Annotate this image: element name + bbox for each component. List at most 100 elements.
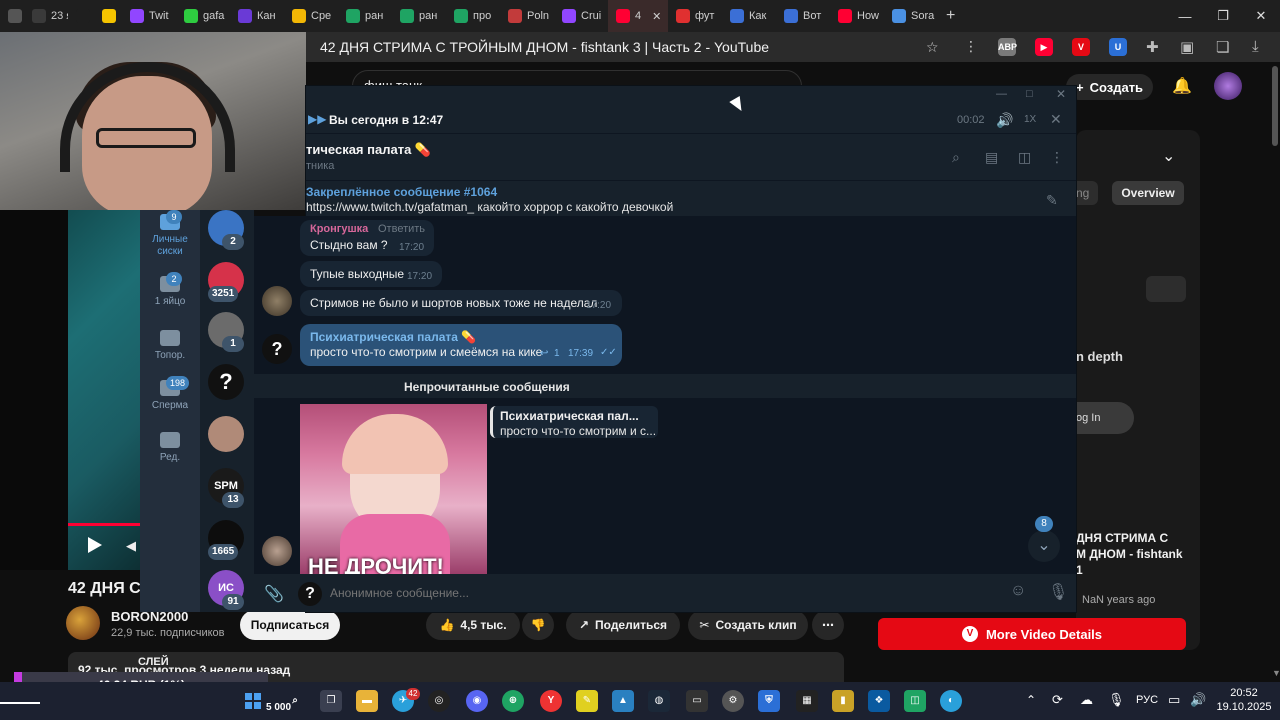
scroll-down-icon[interactable]: ⌄	[1028, 530, 1060, 562]
question-avatar-icon[interactable]: ?	[262, 334, 292, 364]
browser-tab[interactable]: фут	[668, 0, 722, 32]
browser-extension-icon[interactable]: V	[1072, 38, 1090, 56]
terminal-icon[interactable]: ▭	[686, 690, 708, 712]
input-language[interactable]: РУС	[1136, 694, 1158, 706]
sync-icon[interactable]: ⟳	[1052, 692, 1063, 708]
member-avatar[interactable]	[262, 536, 292, 566]
yandex-browser-icon[interactable]: Y	[540, 690, 562, 712]
tray-arrow-icon[interactable]: ⌃	[1026, 693, 1036, 707]
volume-icon[interactable]: ◀	[126, 538, 136, 554]
collections-icon[interactable]: ❏	[1216, 38, 1229, 56]
more-video-details-button[interactable]: V More Video Details	[878, 618, 1186, 650]
media-control-icon[interactable]: ▣	[1180, 38, 1194, 56]
search-icon[interactable]: ⌕	[952, 149, 960, 166]
chat-avatar[interactable]	[208, 416, 244, 452]
login-button[interactable]: og In	[1076, 402, 1134, 434]
tg-close-icon[interactable]: ✕	[1056, 87, 1066, 101]
more-vertical-icon[interactable]: ⋮	[1050, 149, 1064, 166]
browser-tab[interactable]: 23 я	[24, 0, 68, 32]
create-button[interactable]: + Создать	[1066, 74, 1154, 100]
puzzle-extensions-icon[interactable]: ✚	[1146, 38, 1159, 56]
sidebar-toggle-icon[interactable]: ◫	[1018, 149, 1031, 166]
shield-icon[interactable]: ⛨	[758, 690, 780, 712]
address-bar[interactable]: 42 ДНЯ СТРИМА С ТРОЙНЫМ ДНОМ - fishtank …	[306, 32, 1280, 62]
microphone-icon[interactable]: 🎙	[1048, 582, 1068, 602]
network-icon[interactable]: ▭	[1168, 692, 1180, 708]
create-clip-button[interactable]: ✂ Создать клип	[688, 610, 808, 640]
page-scrollbar-thumb[interactable]	[1272, 66, 1278, 146]
browser-tab[interactable]: про	[446, 0, 500, 32]
chevron-down-icon[interactable]: ⌄	[1162, 146, 1175, 166]
recommended-title[interactable]: ДНЯ СТРИМА С М ДНОМ - fishtank 1	[1076, 530, 1186, 578]
notifications-bell-icon[interactable]: 🔔	[1172, 76, 1192, 96]
user-avatar[interactable]	[1214, 72, 1242, 100]
more-actions-button[interactable]: ⋯	[812, 610, 844, 640]
browser-tab[interactable]: 16	[0, 0, 24, 32]
game-icon[interactable]: ▮	[832, 690, 854, 712]
new-tab-button[interactable]: +	[938, 0, 963, 32]
message-author[interactable]: Кронгушка	[310, 223, 368, 235]
play-forward-icon[interactable]: ▶▶	[308, 112, 326, 126]
more-menu-icon[interactable]: ⋮	[964, 38, 978, 55]
browser-extension-icon[interactable]: ABP	[998, 38, 1017, 56]
browser-tab[interactable]: Crui	[554, 0, 608, 32]
dislike-button[interactable]: 👎	[522, 610, 554, 640]
bookmark-icon[interactable]: ☆	[926, 39, 939, 56]
obs-icon[interactable]: ◎	[428, 690, 450, 712]
browser-tab[interactable]: Как	[722, 0, 776, 32]
browser-tab[interactable]	[68, 0, 94, 32]
channel-avatar[interactable]	[66, 606, 100, 640]
task-view-icon[interactable]: ❐	[320, 690, 342, 712]
system-clock[interactable]: 20:52 19.10.2025	[1214, 686, 1274, 714]
browser-tab[interactable]: Twit	[122, 0, 176, 32]
browser-tab[interactable]	[94, 0, 122, 32]
attach-icon[interactable]: 📎	[264, 584, 284, 604]
video-progress-bar[interactable]	[68, 523, 140, 526]
photo-app-icon[interactable]: ▲	[612, 690, 634, 712]
browser-tab[interactable]: ран	[392, 0, 446, 32]
page-scrollbar[interactable]	[1270, 62, 1280, 682]
cloud-icon[interactable]: ☁	[1080, 692, 1093, 708]
browser-tab[interactable]: gafa	[176, 0, 230, 32]
file-explorer-icon[interactable]: ▬	[356, 690, 378, 712]
player-close-icon[interactable]: ✕	[1050, 111, 1062, 128]
unpin-list-icon[interactable]: ✎	[1046, 192, 1058, 209]
member-avatar[interactable]	[262, 286, 292, 316]
subscribe-button[interactable]: Подписаться	[240, 610, 340, 640]
browser-tab[interactable]: How	[830, 0, 884, 32]
reply-link[interactable]: Ответить	[378, 223, 425, 235]
vs-code-icon[interactable]: ❖	[868, 690, 890, 712]
anime-sticker-image[interactable]: НЕ ДРОЧИТ!	[300, 404, 487, 574]
reply-arrow-icon[interactable]: ↩	[540, 348, 548, 359]
playback-speed[interactable]: 1X	[1024, 114, 1036, 125]
browser-tab[interactable]: Sora	[884, 0, 938, 32]
browser-extension-icon[interactable]: ▶	[1035, 38, 1053, 56]
close-window-button[interactable]: ✕	[1242, 0, 1280, 32]
share-button[interactable]: ↗ Поделиться	[566, 610, 680, 640]
message-author[interactable]: Психиатрическая палата 💊	[310, 330, 476, 344]
taskbar-search-icon[interactable]: ⌕	[284, 690, 306, 712]
chat-avatar[interactable]: ?	[208, 364, 244, 400]
message-input[interactable]	[330, 582, 990, 604]
maximize-button[interactable]: ❐	[1204, 0, 1242, 32]
tab-partial[interactable]: ng	[1076, 181, 1098, 205]
play-icon[interactable]	[88, 537, 102, 553]
tray-mic-icon[interactable]: 🎙	[1108, 692, 1125, 708]
minimize-button[interactable]: —	[1166, 0, 1204, 32]
browser-tab[interactable]: 4 ✕	[608, 0, 668, 32]
browser-extension-icon[interactable]: U	[1109, 38, 1127, 56]
volume-tray-icon[interactable]: 🔊	[1190, 692, 1206, 708]
xbox-icon[interactable]: ⊕	[502, 690, 524, 712]
browser-tab[interactable]: ран	[338, 0, 392, 32]
overview-tab[interactable]: Overview	[1112, 181, 1184, 205]
folder-item[interactable]: Топор.	[140, 330, 200, 362]
browser-tab[interactable]: Poln	[500, 0, 554, 32]
notes-icon[interactable]: ✎	[576, 690, 598, 712]
tg-minimize-icon[interactable]: —	[996, 88, 1007, 100]
browser-tab[interactable]: Вот	[776, 0, 830, 32]
settings-gear-icon[interactable]: ⚙	[722, 690, 744, 712]
tab-close-icon[interactable]: ✕	[652, 10, 661, 23]
voice-chat-icon[interactable]: ▤	[985, 149, 998, 166]
browser-tab[interactable]: Сре	[284, 0, 338, 32]
download-icon[interactable]: ⤓	[1252, 38, 1259, 55]
